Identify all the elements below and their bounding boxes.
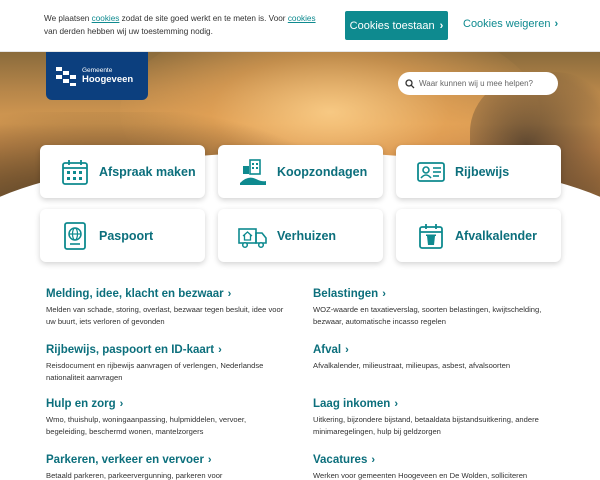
topic-description: Betaald parkeren, parkeervergunning, par… xyxy=(46,471,223,480)
tile-label: Afspraak maken xyxy=(99,164,196,179)
topic-title[interactable]: Laag inkomen › xyxy=(313,398,558,410)
chevron-right-icon: › xyxy=(554,18,559,30)
cookie-banner: We plaatsen cookies zodat de site goed w… xyxy=(0,0,600,52)
tile-koopzondagen[interactable]: Koopzondagen xyxy=(218,145,383,198)
chevron-right-icon: › xyxy=(227,288,232,300)
topic-title-text: Afval xyxy=(313,344,342,356)
calendar-icon xyxy=(62,159,88,185)
topic-title[interactable]: Hulp en zorg › xyxy=(46,398,286,410)
topic-description: Reisdocument en rijbewijs aanvragen of v… xyxy=(46,361,264,382)
id-card-icon xyxy=(417,161,445,182)
chevron-right-icon: › xyxy=(345,344,349,356)
search-icon xyxy=(405,78,415,88)
cookie-text-part: zodat de site goed werkt en te meten is.… xyxy=(119,14,288,23)
chevron-right-icon: › xyxy=(371,454,376,466)
tile-label: Verhuizen xyxy=(277,228,337,243)
moving-truck-icon xyxy=(238,227,267,248)
chevron-right-icon: › xyxy=(207,454,212,466)
logo-big-text: Hoogeveen xyxy=(82,74,134,85)
logo-text: Gemeente Hoogeveen xyxy=(82,67,133,85)
topic-title[interactable]: Vacatures › xyxy=(313,454,558,466)
tile-afspraak-maken[interactable]: Afspraak maken xyxy=(40,145,205,198)
topic-title[interactable]: Rijbewijs, paspoort en ID-kaart › xyxy=(46,344,286,356)
municipality-logo[interactable]: Gemeente Hoogeveen xyxy=(46,52,148,100)
accept-cookies-label: Cookies toestaan xyxy=(349,19,435,32)
topic-title-text: Belastingen xyxy=(313,288,379,300)
topic-title-text: Melding, idee, klacht en bezwaar xyxy=(46,288,224,300)
logo-mark-icon xyxy=(56,67,76,86)
chevron-right-icon: › xyxy=(218,344,222,356)
tile-label: Koopzondagen xyxy=(277,164,368,179)
topic-description: Melden van schade, storing, overlast, be… xyxy=(46,305,284,326)
topic-title[interactable]: Melding, idee, klacht en bezwaar › xyxy=(46,288,286,300)
topic-parkeren[interactable]: Parkeren, verkeer en vervoer › Betaald pa… xyxy=(46,454,286,480)
tile-rijbewijs[interactable]: Rijbewijs xyxy=(396,145,561,198)
topic-description: Uitkering, bijzondere bijstand, betaalda… xyxy=(313,415,539,436)
tile-label: Rijbewijs xyxy=(455,164,510,179)
topic-description: Werken voor gemeenten Hoogeveen en De Wo… xyxy=(313,471,528,480)
topic-title[interactable]: Belastingen › xyxy=(313,288,558,300)
topic-description: WOZ-waarde en taxatieverslag, soorten be… xyxy=(313,305,542,326)
topic-title-text: Vacatures xyxy=(313,454,368,466)
chevron-right-icon: › xyxy=(394,398,398,410)
tile-afvalkalender[interactable]: Afvalkalender xyxy=(396,209,561,262)
chevron-right-icon: › xyxy=(439,19,444,32)
topic-belastingen[interactable]: Belastingen › WOZ-waarde en taxatieversla… xyxy=(313,288,558,327)
chevron-right-icon: › xyxy=(382,288,386,300)
tile-label: Afvalkalender xyxy=(455,228,537,243)
passport-icon xyxy=(64,221,86,250)
topic-title[interactable]: Parkeren, verkeer en vervoer › xyxy=(46,454,286,466)
topic-hulp-en-zorg[interactable]: Hulp en zorg › Wmo, thuishulp, woningaanp… xyxy=(46,398,286,437)
topic-title-text: Rijbewijs, paspoort en ID-kaart xyxy=(46,344,215,356)
cookie-text-part: We plaatsen xyxy=(44,14,92,23)
topic-description: Wmo, thuishulp, woningaanpassing, hulpmi… xyxy=(46,415,247,436)
topic-vacatures[interactable]: Vacatures › Werken voor gemeenten Hoogeve… xyxy=(313,454,558,480)
topic-title[interactable]: Afval › xyxy=(313,344,558,356)
accept-cookies-button[interactable]: Cookies toestaan › xyxy=(345,11,448,40)
topic-title-text: Hulp en zorg xyxy=(46,398,116,410)
topic-melding[interactable]: Melding, idee, klacht en bezwaar › Melden… xyxy=(46,288,286,327)
topic-description: Afvalkalender, milieustraat, milieupas, … xyxy=(313,361,511,370)
decline-cookies-button[interactable]: Cookies weigeren › xyxy=(463,18,558,30)
decline-cookies-label: Cookies weigeren xyxy=(463,18,551,30)
tile-verhuizen[interactable]: Verhuizen xyxy=(218,209,383,262)
chevron-right-icon: › xyxy=(119,398,124,410)
cookie-text-part: van derden hebben wij uw toestemming nod… xyxy=(44,27,213,36)
tile-label: Paspoort xyxy=(99,228,154,243)
search-box[interactable] xyxy=(398,72,558,95)
tile-paspoort[interactable]: Paspoort xyxy=(40,209,205,262)
cookies-link[interactable]: cookies xyxy=(288,14,316,23)
search-input[interactable] xyxy=(419,79,549,88)
topic-title-text: Laag inkomen xyxy=(313,398,391,410)
topic-title-text: Parkeren, verkeer en vervoer xyxy=(46,454,204,466)
topic-laag-inkomen[interactable]: Laag inkomen › Uitkering, bijzondere bijs… xyxy=(313,398,558,437)
shopping-street-icon xyxy=(240,158,266,185)
waste-calendar-icon xyxy=(419,223,443,249)
topic-rijbewijs-paspoort[interactable]: Rijbewijs, paspoort en ID-kaart › Reisdoc… xyxy=(46,344,286,383)
cookies-link[interactable]: cookies xyxy=(92,14,120,23)
topic-afval[interactable]: Afval › Afvalkalender, milieustraat, mili… xyxy=(313,344,558,372)
cookie-message: We plaatsen cookies zodat de site goed w… xyxy=(44,12,329,38)
